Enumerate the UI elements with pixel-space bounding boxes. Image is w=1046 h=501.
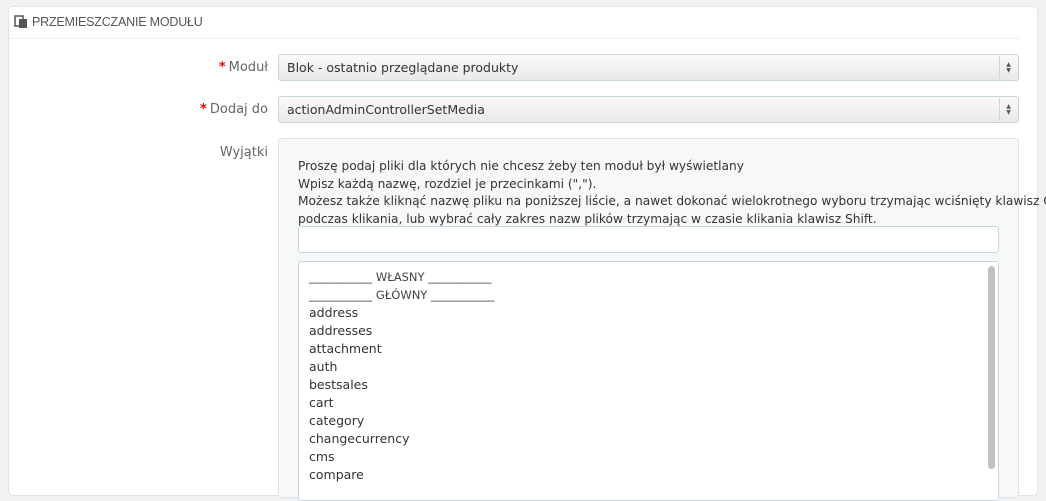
panel-title: PRZEMIESZCZANIE MODUŁU [32, 15, 203, 29]
list-item[interactable]: cms [309, 448, 998, 466]
select-arrows-icon: ▲ ▼ [999, 56, 1017, 79]
list-group-custom: ___________ WŁASNY ___________ [309, 270, 492, 284]
exceptions-label: Wyjątki [219, 145, 268, 160]
module-select[interactable]: Blok - ostatnio przeglądane produkty ▲ ▼ [278, 54, 1019, 81]
list-item[interactable]: addresses [309, 322, 998, 340]
list-item[interactable]: cart [309, 394, 998, 412]
help-line: Wpisz każdą nazwę, rozdziel je przecinka… [298, 176, 597, 191]
help-line: Możesz także kliknąć nazwę pliku na poni… [298, 194, 1046, 208]
module-label: * Moduł [219, 60, 268, 75]
hook-select[interactable]: actionAdminControllerSetMedia ▲ ▼ [278, 96, 1019, 123]
list-item[interactable]: compare [309, 466, 998, 484]
module-label-text: Moduł [228, 60, 268, 75]
select-arrows-icon: ▲ ▼ [999, 98, 1017, 121]
hook-label: * Dodaj do [200, 102, 268, 117]
exceptions-help: Proszę podaj pliki dla których nie chces… [298, 158, 1046, 228]
exceptions-listbox[interactable]: ___________ WŁASNY ___________ _________… [298, 261, 999, 501]
list-group-core: ___________ GŁÓWNY ___________ [309, 288, 495, 302]
paste-icon [14, 15, 28, 29]
required-marker: * [200, 102, 207, 117]
panel-heading: PRZEMIESZCZANIE MODUŁU [8, 6, 1020, 39]
help-line: Proszę podaj pliki dla których nie chces… [298, 159, 744, 173]
list-item[interactable]: attachment [309, 340, 998, 358]
list-item[interactable]: auth [309, 358, 998, 376]
list-item[interactable]: address [309, 304, 998, 322]
list-item[interactable]: changecurrency [309, 430, 998, 448]
list-item[interactable]: bestsales [309, 376, 998, 394]
listbox-scrollbar[interactable] [988, 266, 995, 469]
required-marker: * [218, 60, 226, 75]
module-select-value: Blok - ostatnio przeglądane produkty [287, 60, 519, 75]
hook-label-text: Dodaj do [209, 102, 268, 117]
list-item[interactable]: category [309, 412, 998, 430]
hook-select-value: actionAdminControllerSetMedia [287, 102, 485, 117]
exceptions-input[interactable] [298, 226, 999, 253]
